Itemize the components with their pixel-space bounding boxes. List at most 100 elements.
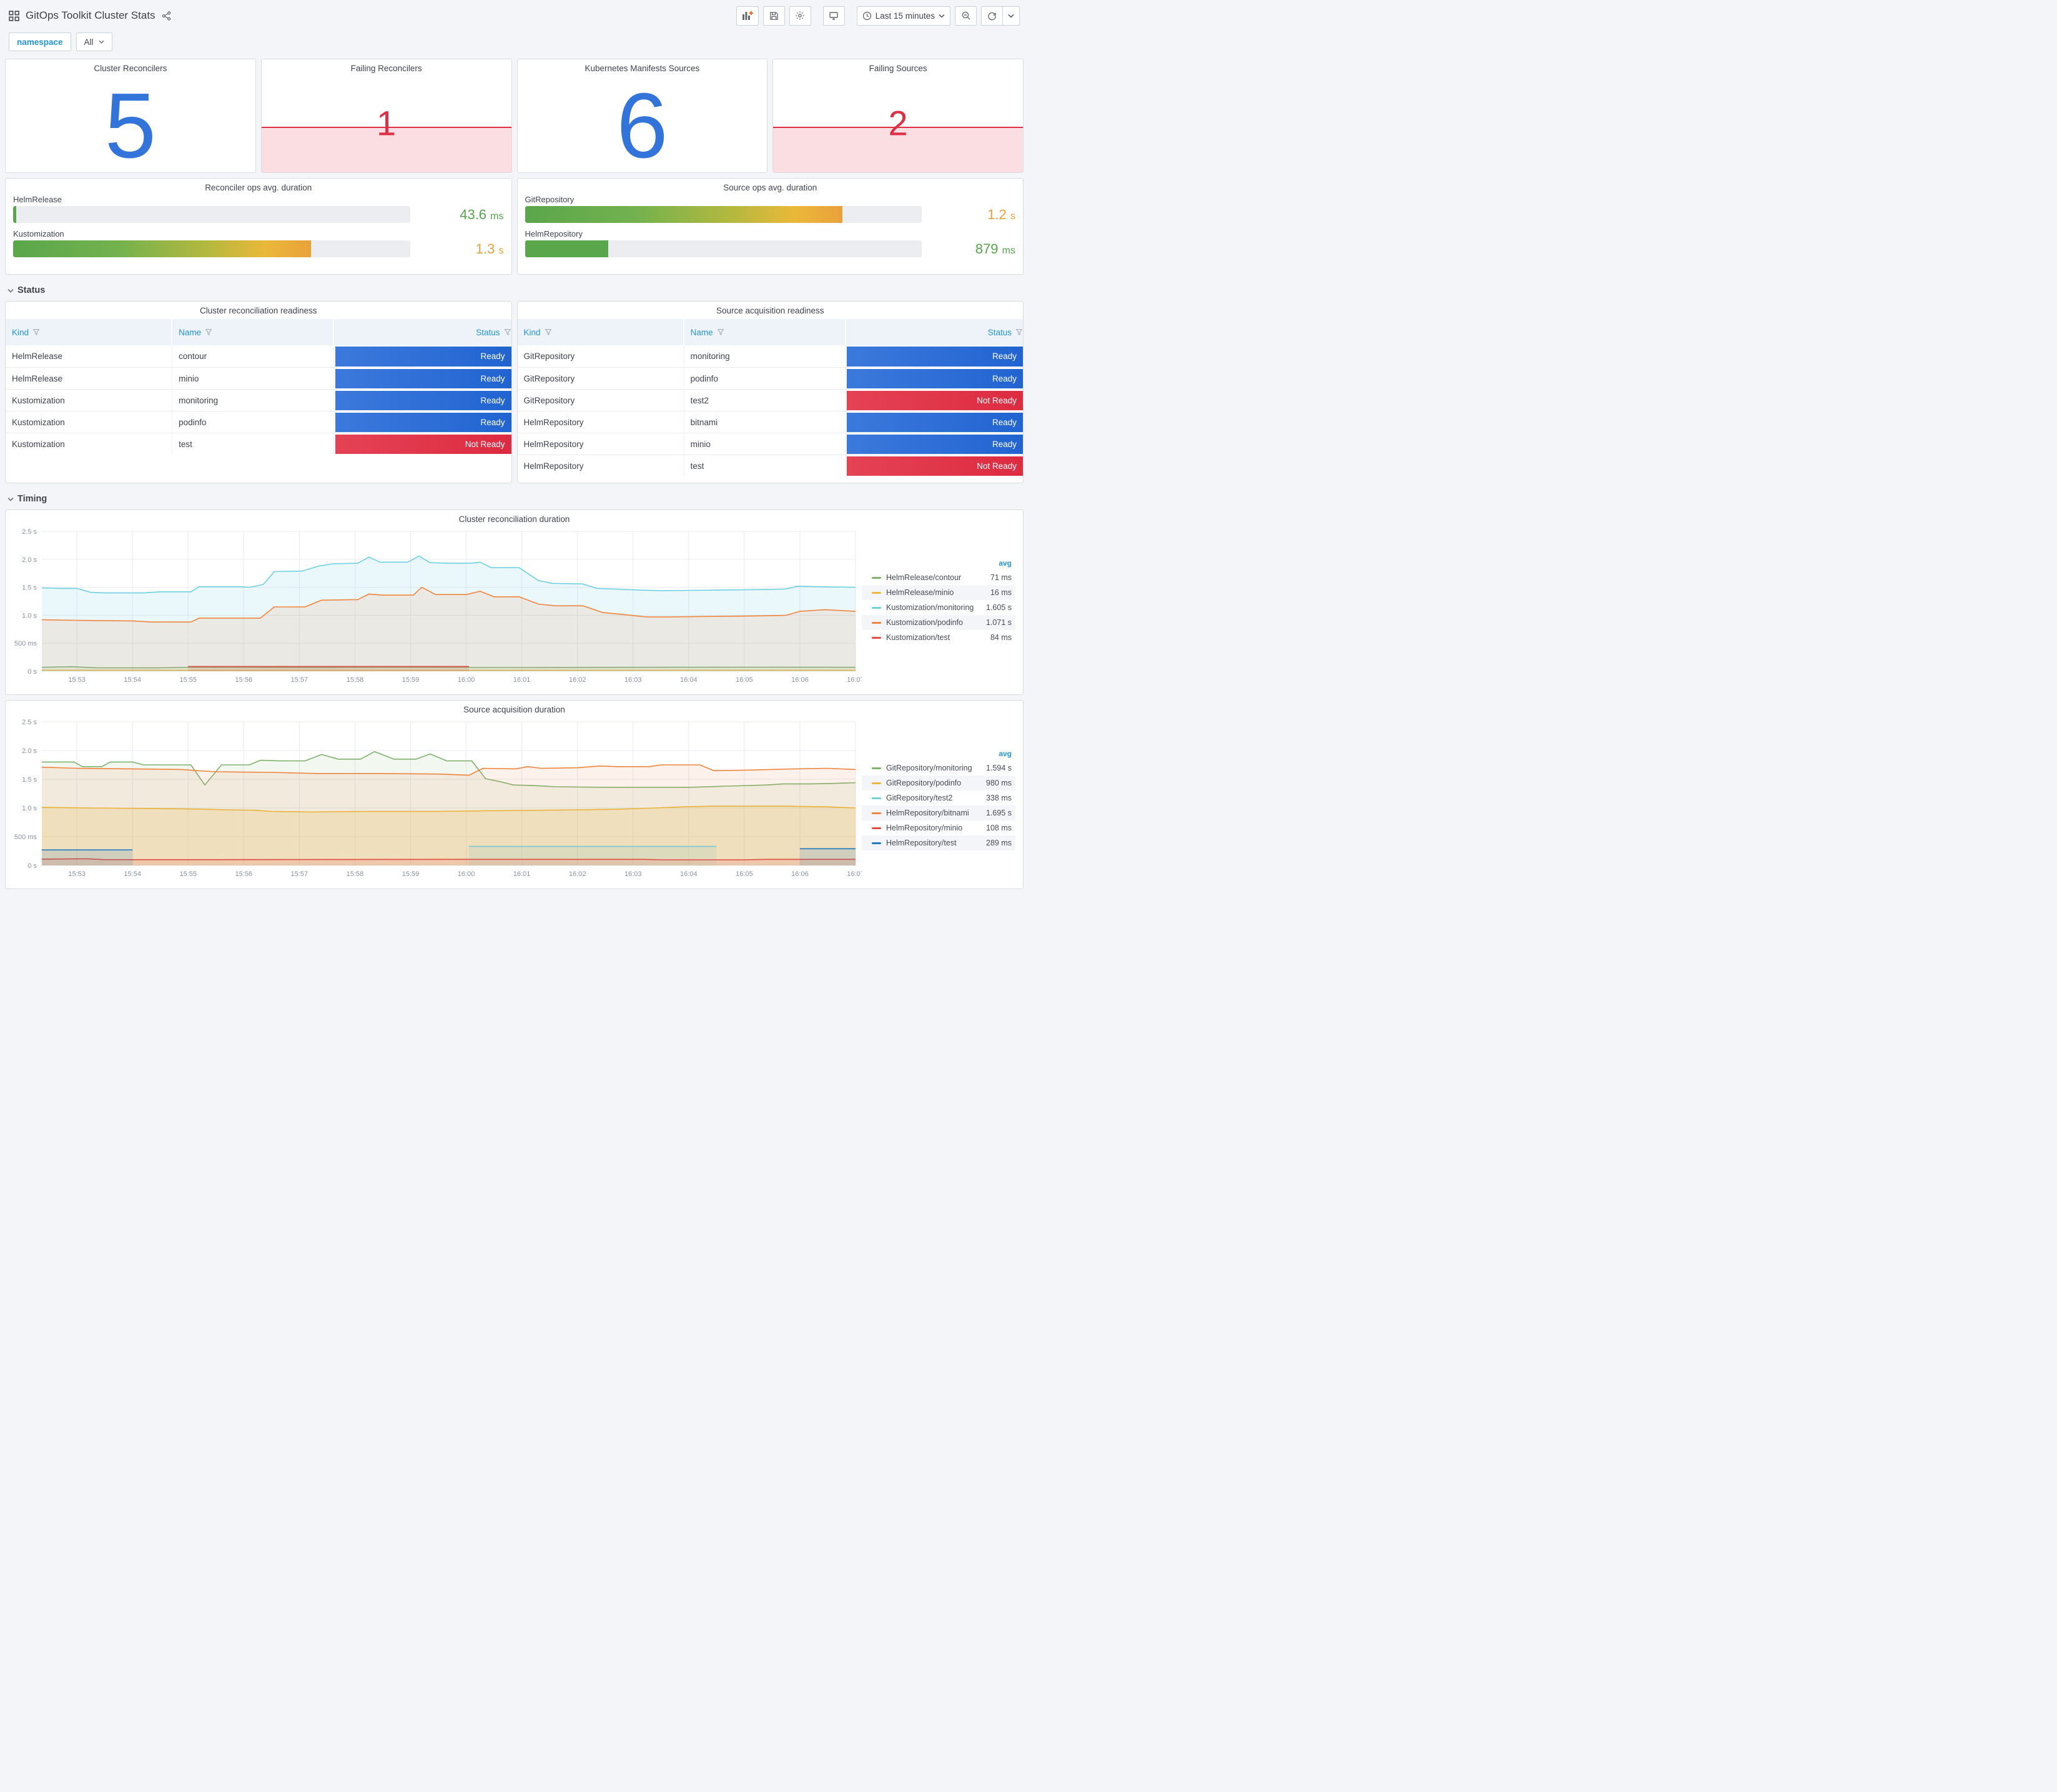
filter-funnel-icon[interactable] (1015, 328, 1023, 336)
table-row: HelmRepository bitnami Ready (517, 411, 1023, 433)
legend-item[interactable]: Kustomization/monitoring 1.605 s (862, 600, 1015, 615)
x-tick-label: 15:53 (68, 676, 86, 684)
bar-gauge-value: 43.6 ms (460, 206, 504, 222)
legend-series-avg: 108 ms (986, 824, 1012, 832)
legend-item[interactable]: HelmRepository/minio 108 ms (862, 820, 1015, 835)
cell-kind: Kustomization (6, 433, 173, 455)
chevron-down-icon (7, 288, 14, 293)
legend-item[interactable]: GitRepository/test2 338 ms (862, 790, 1015, 805)
cell-status: Not Ready (334, 433, 511, 455)
cycle-view-mode-button[interactable] (822, 6, 845, 26)
y-tick-label: 2.0 s (22, 556, 37, 564)
legend-series-name: GitRepository/test2 (886, 794, 953, 802)
status-badge: Ready (847, 412, 1023, 432)
bar-gauge-row: HelmRepository 879 ms (525, 229, 1015, 257)
x-tick-label: 15:59 (402, 676, 420, 684)
cell-kind: HelmRepository (518, 411, 684, 433)
column-header-status[interactable]: Status (334, 319, 511, 345)
legend-item[interactable]: HelmRelease/minio 16 ms (862, 585, 1015, 600)
filter-funnel-icon[interactable] (717, 328, 724, 336)
add-panel-button[interactable] (736, 6, 759, 26)
status-badge: Ready (847, 368, 1023, 388)
cell-status: Ready (334, 368, 511, 389)
chevron-down-icon (939, 14, 945, 18)
legend-item[interactable]: HelmRepository/test 289 ms (862, 835, 1015, 850)
chevron-down-icon (1008, 14, 1014, 18)
status-badge: Ready (847, 434, 1023, 454)
legend-avg-header[interactable]: avg (862, 749, 1015, 761)
legend-series-swatch (872, 842, 881, 844)
timeseries-plot[interactable]: 0 s 500 ms 1.0 s 1.5 s 2.0 s 2.5 s 15:53 15:54 1… (9, 525, 862, 686)
filter-funnel-icon[interactable] (545, 328, 552, 336)
x-tick-label: 16:06 (791, 870, 809, 878)
legend-series-avg: 1.071 s (985, 618, 1012, 627)
cell-kind: Kustomization (6, 390, 173, 411)
panel-title: Source acquisition duration (463, 705, 565, 714)
refresh-button[interactable] (981, 6, 1003, 26)
share-icon[interactable] (162, 11, 171, 21)
x-tick-label: 16:02 (569, 870, 586, 878)
zoom-out-time-button[interactable] (955, 6, 977, 26)
legend-item[interactable]: GitRepository/monitoring 1.594 s (862, 761, 1015, 775)
y-tick-label: 2.5 s (22, 528, 37, 536)
timeseries-plot[interactable]: 0 s 500 ms 1.0 s 1.5 s 2.0 s 2.5 s 15:53 15:54 1… (9, 716, 862, 880)
dashboard-header: GitOps Toolkit Cluster Stats Last 15 min… (0, 0, 1028, 27)
series-fill (42, 850, 133, 865)
legend-series-swatch (872, 621, 881, 624)
x-tick-label: 16:03 (624, 676, 642, 684)
series-fill (188, 666, 469, 671)
time-range-label: Last 15 minutes (875, 11, 935, 21)
namespace-variable-value[interactable]: All (76, 32, 112, 51)
y-tick-label: 0 s (27, 668, 37, 676)
y-tick-label: 0 s (27, 862, 37, 870)
bar-gauge-track (525, 240, 922, 257)
panel-cluster-reconciliation-readiness: Cluster reconciliation readiness Kind Nam… (5, 301, 512, 483)
x-tick-label: 15:53 (68, 870, 86, 878)
column-header-kind[interactable]: Kind (518, 319, 684, 345)
legend-series-name: HelmRepository/bitnami (886, 809, 969, 817)
row-header-timing[interactable]: Timing (5, 488, 1024, 510)
legend-series-swatch (872, 797, 881, 799)
status-badge: Not Ready (335, 434, 511, 454)
table-header-row: Kind Name Status (6, 319, 511, 345)
x-tick-label: 15:57 (291, 676, 308, 684)
table-row: HelmRelease minio Ready (6, 367, 511, 389)
row-header-status[interactable]: Status (5, 280, 1024, 301)
column-header-name[interactable]: Name (172, 319, 335, 345)
legend-item[interactable]: HelmRepository/bitnami 1.695 s (862, 805, 1015, 820)
dashboards-grid-icon[interactable] (9, 10, 19, 21)
legend-item[interactable]: HelmRelease/contour 71 ms (862, 570, 1015, 585)
refresh-interval-dropdown[interactable] (1003, 6, 1020, 26)
cell-status: Ready (334, 390, 511, 411)
table-body: HelmRelease contour Ready HelmRelease minio R… (6, 345, 511, 455)
column-header-name[interactable]: Name (684, 319, 846, 345)
filter-funnel-icon[interactable] (32, 328, 40, 336)
x-tick-label: 16:01 (513, 870, 531, 878)
y-tick-label: 1.0 s (22, 612, 37, 619)
cell-kind: GitRepository (518, 368, 684, 389)
table-row: HelmRepository minio Ready (517, 433, 1023, 455)
namespace-variable-label: namespace (9, 32, 71, 51)
cell-status: Ready (846, 345, 1023, 367)
legend-item[interactable]: Kustomization/podinfo 1.071 s (862, 615, 1015, 630)
bar-gauge-label: GitRepository (525, 195, 575, 204)
column-header-status[interactable]: Status (846, 319, 1023, 345)
legend-item[interactable]: GitRepository/podinfo 980 ms (862, 775, 1015, 790)
legend-avg-header[interactable]: avg (862, 559, 1015, 570)
x-tick-label: 16:07 (847, 870, 862, 878)
status-badge: Ready (335, 412, 511, 432)
panel-failing-sources: Failing Sources 2 (772, 59, 1024, 173)
bar-gauge-label: HelmRelease (13, 195, 62, 204)
panel-title: Reconciler ops avg. duration (205, 183, 312, 192)
cell-status: Ready (334, 345, 511, 367)
dashboard-settings-button[interactable] (789, 6, 811, 26)
column-header-kind[interactable]: Kind (6, 319, 173, 345)
filter-funnel-icon[interactable] (205, 328, 212, 336)
cell-name: test (172, 433, 335, 455)
save-dashboard-button[interactable] (762, 6, 785, 26)
time-range-picker[interactable]: Last 15 minutes (856, 6, 950, 26)
legend-item[interactable]: Kustomization/test 84 ms (862, 630, 1015, 645)
series-fill (799, 849, 856, 865)
filter-funnel-icon[interactable] (504, 328, 511, 336)
bar-gauge-value: 1.2 s (987, 206, 1015, 222)
